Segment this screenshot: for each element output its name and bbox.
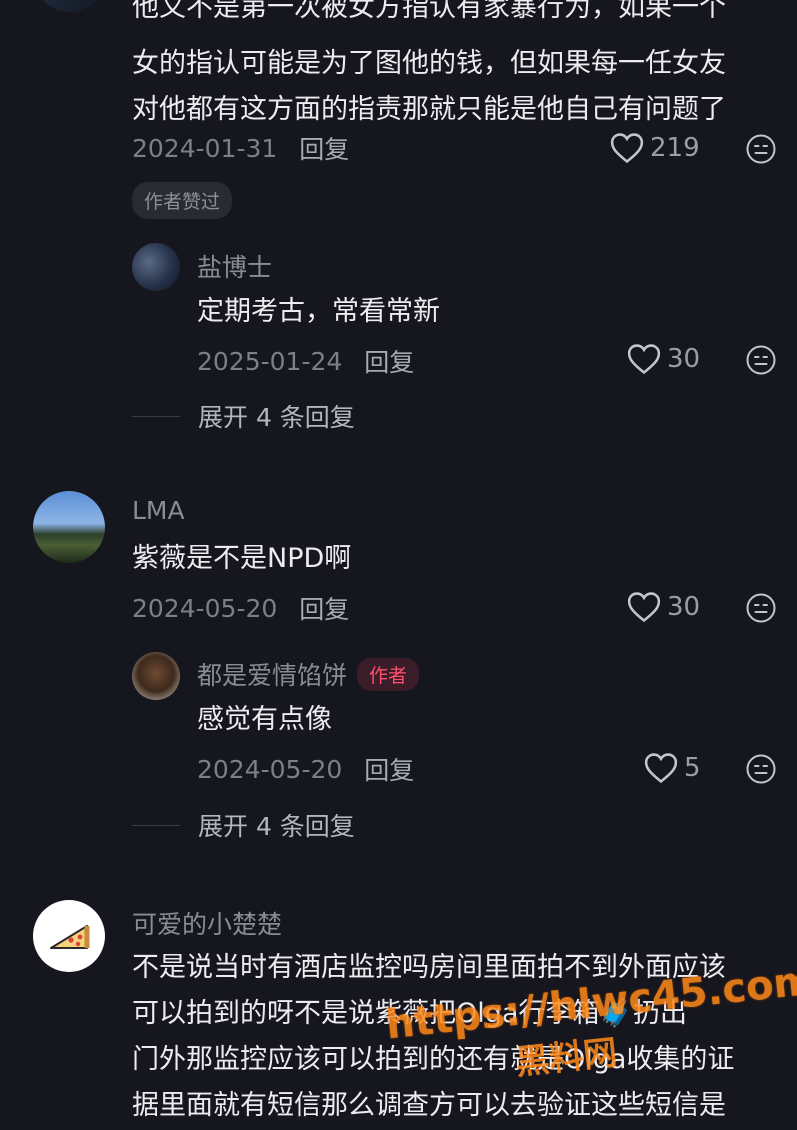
comment-author-name[interactable]: LMA bbox=[132, 496, 185, 525]
author-liked-tag: 作者赞过 bbox=[132, 182, 233, 219]
comment-date: 2024-01-31 bbox=[132, 133, 278, 163]
heart-outline-icon bbox=[610, 133, 644, 164]
comment-text-line: 据里面就有短信那么调查方可以去验证这些短信是 bbox=[132, 1090, 726, 1121]
author-badge: 作者 bbox=[357, 657, 420, 691]
expand-label: 展开 4 条回复 bbox=[198, 812, 355, 841]
reply-button[interactable]: 回复 bbox=[299, 590, 349, 626]
avatar[interactable] bbox=[34, 0, 106, 12]
reply-author-name[interactable]: 盐博士 bbox=[197, 248, 272, 284]
heart-outline-icon bbox=[627, 344, 661, 375]
reply-date: 2025-01-24 bbox=[197, 346, 343, 376]
reply-text: 定期考古，常看常新 bbox=[197, 296, 440, 327]
heart-outline-icon bbox=[644, 753, 678, 784]
divider bbox=[132, 415, 180, 417]
meh-face-icon[interactable] bbox=[745, 344, 777, 376]
reply-text: 感觉有点像 bbox=[197, 704, 332, 735]
comment-text-line: 女的指认可能是为了图他的钱，但如果每一任女友 bbox=[132, 48, 726, 79]
expand-replies-button[interactable]: 展开 4 条回复 bbox=[132, 807, 355, 843]
pizza-slice-icon bbox=[50, 925, 90, 949]
comment-body: 他又不是第一次被女方指认有家暴行为，如果一个 女的指认可能是为了图他的钱，但如果… bbox=[132, 0, 726, 130]
like-count: 219 bbox=[650, 133, 700, 163]
like-count: 30 bbox=[667, 592, 701, 622]
comment-date: 2024-05-20 bbox=[132, 593, 278, 623]
reply-button[interactable]: 回复 bbox=[299, 130, 349, 166]
reply-button[interactable]: 回复 bbox=[364, 751, 414, 787]
reply-meta: 2024-05-20 回复 bbox=[197, 751, 414, 787]
expand-label: 展开 4 条回复 bbox=[198, 403, 355, 432]
meh-face-icon[interactable] bbox=[745, 592, 777, 624]
meh-face-icon[interactable] bbox=[745, 133, 777, 165]
comment-text-line: 门外那监控应该可以拍到的还有就是Olga收集的证 bbox=[132, 1044, 735, 1075]
avatar[interactable] bbox=[33, 900, 105, 972]
reply-author-name[interactable]: 都是爱情馅饼 bbox=[197, 656, 347, 692]
avatar[interactable] bbox=[33, 491, 105, 563]
comment-meta: 2024-05-20 回复 bbox=[132, 590, 349, 626]
reply-author-row: 都是爱情馅饼 作者 bbox=[197, 656, 420, 692]
meh-face-icon[interactable] bbox=[745, 753, 777, 785]
reply-button[interactable]: 回复 bbox=[364, 343, 414, 379]
comment-text-line: 他又不是第一次被女方指认有家暴行为，如果一个 bbox=[132, 0, 726, 23]
reply-date: 2024-05-20 bbox=[197, 754, 343, 784]
like-button[interactable]: 30 bbox=[627, 591, 700, 623]
comment-meta: 2024-01-31 回复 bbox=[132, 130, 349, 166]
comment-text: 紫薇是不是NPD啊 bbox=[132, 543, 352, 574]
comment-text-line: 对他都有这方面的指责那就只能是他自己有问题了 bbox=[132, 94, 726, 125]
avatar[interactable] bbox=[132, 243, 180, 291]
like-button[interactable]: 5 bbox=[644, 752, 701, 784]
divider bbox=[132, 824, 180, 826]
like-button[interactable]: 219 bbox=[610, 132, 700, 164]
expand-replies-button[interactable]: 展开 4 条回复 bbox=[132, 398, 355, 434]
heart-outline-icon bbox=[627, 592, 661, 623]
avatar[interactable] bbox=[132, 652, 180, 700]
reply-meta: 2025-01-24 回复 bbox=[197, 343, 414, 379]
like-count: 30 bbox=[667, 344, 701, 374]
like-count: 5 bbox=[684, 753, 701, 783]
comment-author-name[interactable]: 可爱的小楚楚 bbox=[132, 905, 282, 941]
like-button[interactable]: 30 bbox=[627, 343, 700, 375]
